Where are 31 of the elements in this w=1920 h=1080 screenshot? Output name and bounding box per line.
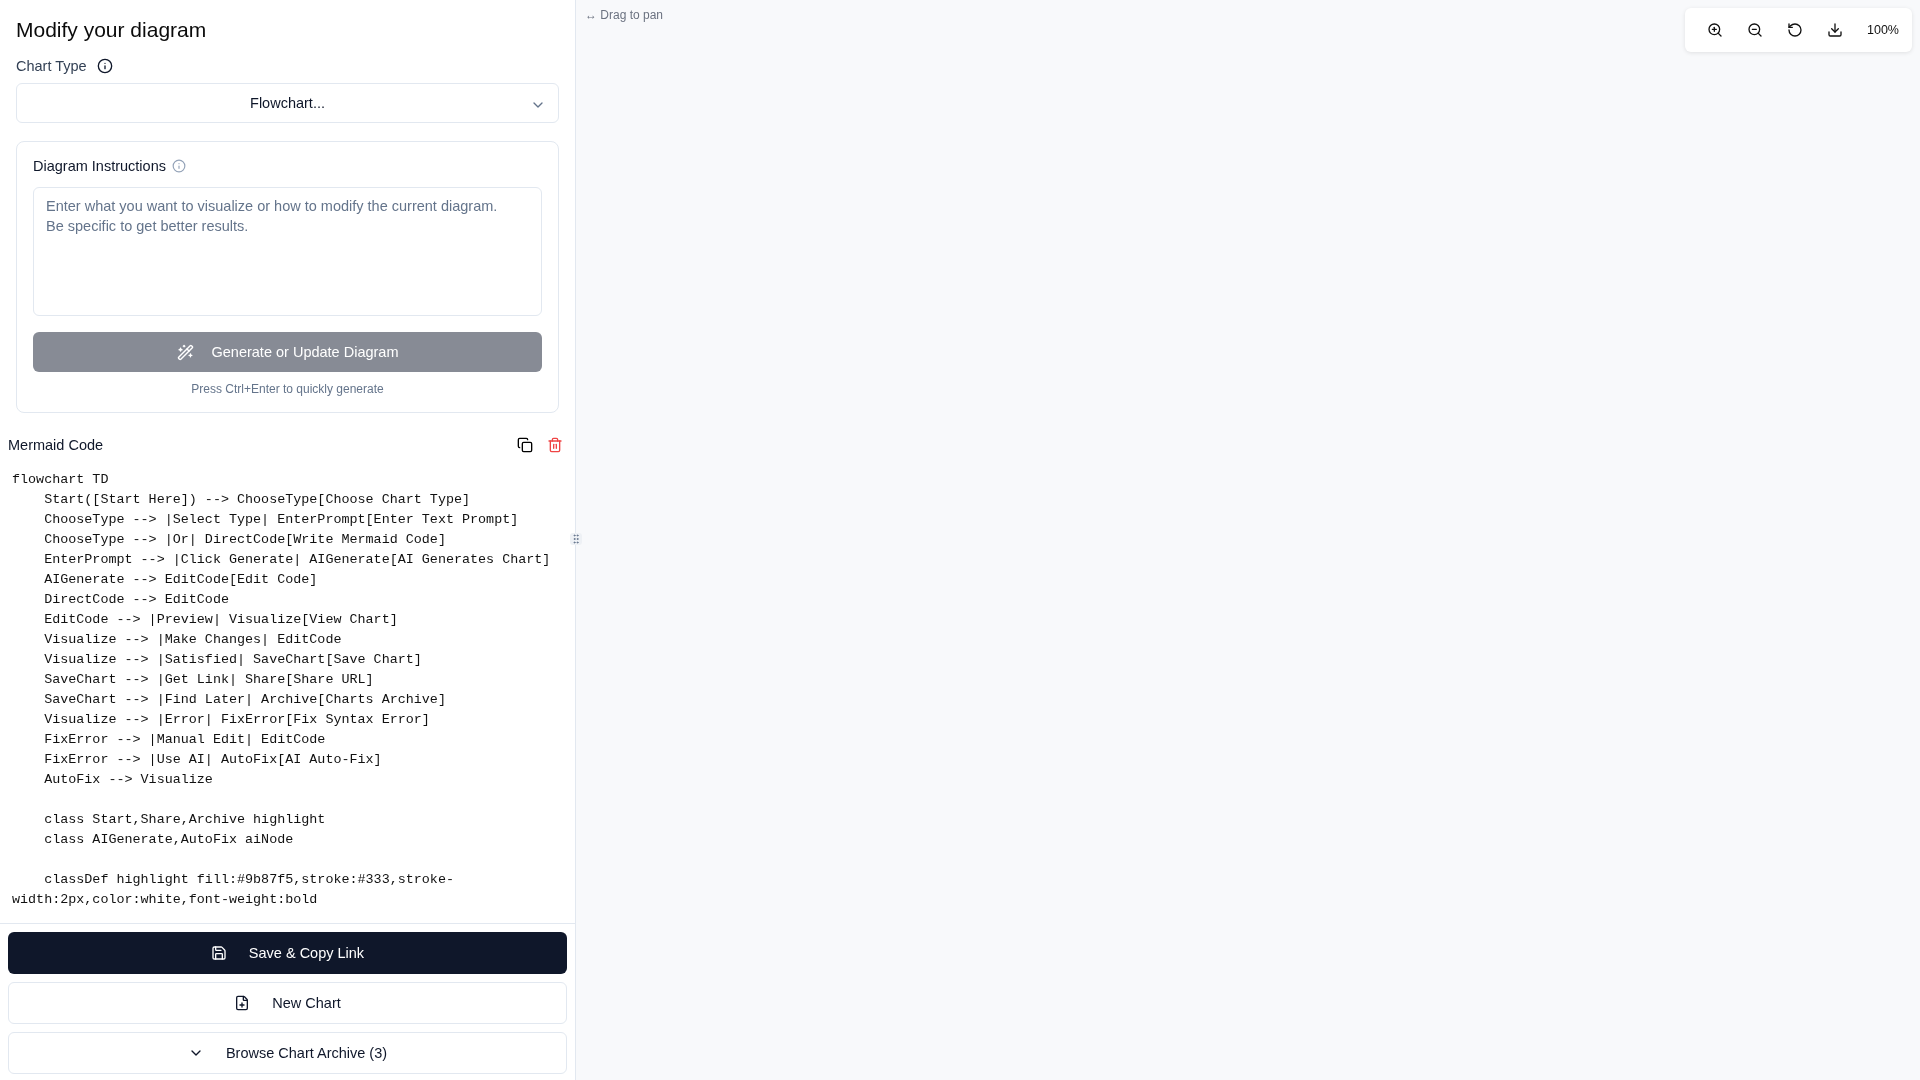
download-button[interactable] [1827, 22, 1843, 38]
action-button[interactable]: Browse Chart Archive (3) [8, 1032, 567, 1074]
resize-handle[interactable] [570, 533, 582, 545]
save-icon [210, 945, 227, 961]
section-label: Mermaid Code [8, 437, 104, 453]
field-label: Diagram Instructions [33, 158, 166, 174]
action-button[interactable]: New Chart [8, 982, 567, 1024]
instructions-field[interactable]: Enter what you want to visualize or how to modify the current diagram. Be specific to get better results. [33, 187, 542, 316]
rotate-icon [1787, 22, 1803, 38]
chart-type-select[interactable]: Flowchart... [16, 83, 559, 123]
copy-icon [517, 437, 533, 453]
download-icon [1827, 22, 1843, 38]
zoom-out-button[interactable] [1747, 22, 1763, 38]
zoom-level: 100% [1867, 23, 1899, 37]
shortcut-hint: Press Ctrl+Enter to quickly generate [191, 382, 384, 396]
field-label: Chart Type [16, 58, 87, 74]
action-button[interactable]: Save & Copy Link [8, 932, 567, 974]
file-plus-icon [234, 995, 251, 1011]
reset-button[interactable] [1787, 22, 1803, 38]
zoom-in-button[interactable] [1707, 22, 1723, 38]
info-icon[interactable] [96, 58, 113, 74]
diagram-canvas[interactable]: ↔ Drag to pan 100% [576, 0, 1920, 1080]
panel-title: Modify your diagram [16, 18, 208, 42]
magic-wand-icon [176, 343, 194, 361]
trash-icon [547, 437, 563, 453]
copy-button[interactable] [517, 437, 533, 453]
zoom-out-icon [1747, 22, 1763, 38]
delete-button[interactable] [547, 437, 563, 453]
code-editor[interactable]: flowchart TD Start([Start Here]) --> ChooseType[Choose Chart Type] ChooseType --> |Select Type| EnterPrompt[Enter Text Prompt] ChooseType --> |Or| DirectCode[Write Mermaid Code] EnterPrompt --> |Click Generate| AIGenerate[AI Generates Chart] AIGenerate --> EditCode[Edit Code] DirectCode --> EditCode EditCode --> |Preview| Visualize[View Chart] Visualize --> |Make Changes| EditCode Visualize --> |Satisfied| SaveChart[Save Chart] SaveChart --> |Get Link| Share[Share URL] SaveChart --> |Find Later| Archive[Charts Archive] Visualize --> |Error| FixError[Fix Syntax Error] FixError --> |Manual Edit| EditCode FixError --> |Use AI| AutoFix[AI Auto-Fix] AutoFix --> Visualize class Start,Share,Archive highlight class AIGenerate,AutoFix aiNode classDef highlight fill:#9b87f5,stroke:#333,stroke-width:2px,color:white,font-weight:bold [0, 470, 568, 910]
zoom-in-icon [1707, 22, 1723, 38]
pan-hint: ↔ Drag to pan [585, 8, 664, 22]
